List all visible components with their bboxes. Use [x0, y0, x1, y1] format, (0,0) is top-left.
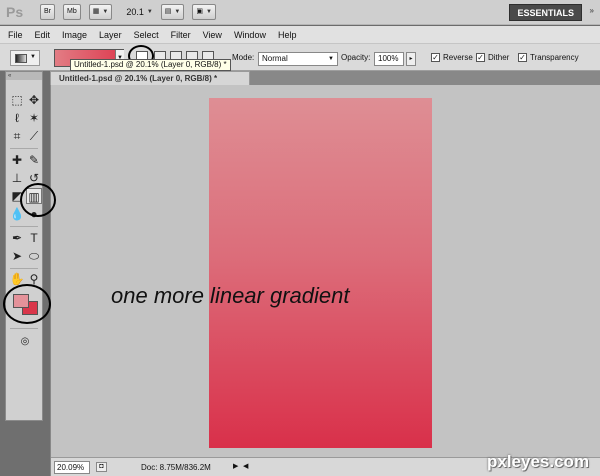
lasso-tool-icon[interactable]: ℓ [9, 110, 25, 126]
move-tool-icon[interactable]: ✥ [26, 92, 42, 108]
chevron-down-icon: ▼ [30, 54, 36, 60]
tool-preset-picker[interactable]: ▼ [10, 50, 40, 66]
scroll-left-icon[interactable]: ◀ [243, 462, 248, 470]
toolbox-panel: « ⬚ ✥ ℓ ✶ ⌗ ⟋ ✚ ✎ ⊥ ↺ ◩ ▥ 💧 ● ✒ T ➤ ⬭ ✋ … [0, 71, 50, 476]
clone-stamp-tool-icon[interactable]: ⊥ [9, 170, 25, 186]
shape-tool-icon[interactable]: ⬭ [26, 248, 42, 264]
menu-edit[interactable]: Edit [35, 30, 51, 40]
dither-label: Dither [488, 53, 510, 62]
collapse-panel-icon[interactable]: « [6, 72, 42, 80]
path-selection-tool-icon[interactable]: ➤ [9, 248, 25, 264]
chevron-down-icon: ▼ [102, 9, 109, 15]
menu-filter[interactable]: Filter [171, 30, 191, 40]
reverse-label: Reverse [443, 53, 473, 62]
document-tooltip: Untitled-1.psd @ 20.1% (Layer 0, RGB/8) … [70, 59, 231, 71]
gradient-tool-icon [15, 54, 27, 63]
zoom-input[interactable]: 20.09% [54, 461, 90, 474]
annotation-caption: one more linear gradient [111, 283, 350, 308]
marquee-tool-icon[interactable]: ⬚ [9, 92, 25, 108]
chevron-down-icon[interactable]: ▼ [147, 9, 153, 15]
workspace-essentials-button[interactable]: ESSENTIALS [509, 4, 582, 21]
menu-bar: File Edit Image Layer Select Filter View… [0, 26, 600, 43]
menu-window[interactable]: Window [234, 30, 266, 40]
pen-tool-icon[interactable]: ✒ [9, 230, 25, 246]
view-extras-button[interactable]: ▦ ▼ [88, 4, 113, 20]
more-workspaces-icon[interactable]: » [590, 6, 594, 15]
dither-checkbox[interactable]: ✓ [476, 53, 485, 62]
screen-mode-button[interactable]: ▣ ▼ [192, 4, 216, 20]
blend-mode-select[interactable]: Normal ▼ [258, 52, 338, 66]
quick-mask-icon[interactable]: ◎ [17, 334, 33, 350]
watermark-logo: pxleyes.com [487, 452, 590, 471]
reverse-checkbox[interactable]: ✓ [431, 53, 440, 62]
status-menu-arrow-icon[interactable]: ▶ [233, 462, 238, 470]
eyedropper-tool-icon[interactable]: ⟋ [26, 128, 42, 144]
foreground-color-swatch[interactable] [13, 294, 29, 308]
type-tool-icon[interactable]: T [26, 230, 42, 246]
menu-help[interactable]: Help [278, 30, 297, 40]
document-size: Doc: 8.75M/836.2M [141, 463, 211, 472]
annotation-circle [20, 183, 56, 217]
transparency-checkbox[interactable]: ✓ [518, 53, 527, 62]
launch-bridge-button[interactable]: Br [40, 4, 55, 20]
transparency-label: Transparency [530, 53, 579, 62]
menu-view[interactable]: View [203, 30, 222, 40]
healing-brush-tool-icon[interactable]: ✚ [9, 152, 25, 168]
zoom-level-display[interactable]: 20.1 [126, 7, 144, 17]
blend-mode-value: Normal [262, 54, 288, 63]
crop-tool-icon[interactable]: ⌗ [9, 128, 25, 144]
brush-tool-icon[interactable]: ✎ [26, 152, 42, 168]
camera-icon[interactable]: ◘ [96, 462, 107, 472]
menu-select[interactable]: Select [134, 30, 159, 40]
chevron-down-icon: ▼ [328, 56, 334, 62]
document-tab[interactable]: Untitled-1.psd @ 20.1% (Layer 0, RGB/8) … [50, 71, 250, 85]
menu-file[interactable]: File [8, 30, 23, 40]
photoshop-logo: Ps [6, 4, 24, 20]
chevron-down-icon: ▼ [174, 9, 181, 15]
opacity-label: Opacity: [341, 53, 371, 62]
opacity-slider-button[interactable]: ▸ [406, 52, 416, 66]
chevron-down-icon: ▼ [206, 9, 212, 15]
magic-wand-tool-icon[interactable]: ✶ [26, 110, 42, 126]
document-canvas[interactable] [209, 98, 432, 448]
launch-mini-bridge-button[interactable]: Mb [63, 4, 81, 20]
tools-strip: « ⬚ ✥ ℓ ✶ ⌗ ⟋ ✚ ✎ ⊥ ↺ ◩ ▥ 💧 ● ✒ T ➤ ⬭ ✋ … [5, 71, 43, 421]
menu-layer[interactable]: Layer [99, 30, 122, 40]
opacity-input[interactable]: 100% [374, 52, 404, 66]
mode-label: Mode: [232, 53, 255, 62]
application-bar: Ps Br Mb ▦ ▼ 20.1 ▼ ▤ ▼ ▣ ▼ ESSENTIALS » [0, 0, 600, 25]
menu-image[interactable]: Image [62, 30, 87, 40]
arrange-documents-button[interactable]: ▤ ▼ [160, 4, 185, 20]
